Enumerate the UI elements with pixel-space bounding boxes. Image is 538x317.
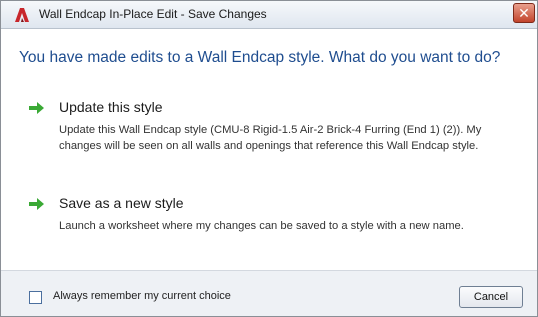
window-title: Wall Endcap In-Place Edit - Save Changes bbox=[39, 7, 267, 21]
dialog-footer: Always remember my current choice Cancel bbox=[1, 270, 537, 316]
remember-choice-checkbox[interactable] bbox=[29, 291, 42, 304]
title-bar[interactable]: Wall Endcap In-Place Edit - Save Changes… bbox=[1, 1, 537, 29]
update-style-title[interactable]: Update this style bbox=[59, 99, 163, 115]
remember-choice-label[interactable]: Always remember my current choice bbox=[53, 290, 231, 302]
cancel-button[interactable]: Cancel bbox=[459, 286, 523, 308]
autocad-logo-icon bbox=[15, 8, 29, 22]
save-new-style-description: Launch a worksheet where my changes can … bbox=[59, 220, 464, 232]
update-style-description: Update this Wall Endcap style (CMU-8 Rig… bbox=[59, 124, 482, 152]
close-button[interactable]: ✕ bbox=[513, 3, 535, 23]
green-arrow-icon bbox=[29, 102, 44, 114]
save-changes-dialog: Wall Endcap In-Place Edit - Save Changes… bbox=[0, 0, 538, 317]
dialog-heading: You have made edits to a Wall Endcap sty… bbox=[19, 49, 501, 66]
save-new-style-title[interactable]: Save as a new style bbox=[59, 195, 184, 211]
green-arrow-icon bbox=[29, 198, 44, 210]
close-icon: ✕ bbox=[518, 5, 530, 21]
